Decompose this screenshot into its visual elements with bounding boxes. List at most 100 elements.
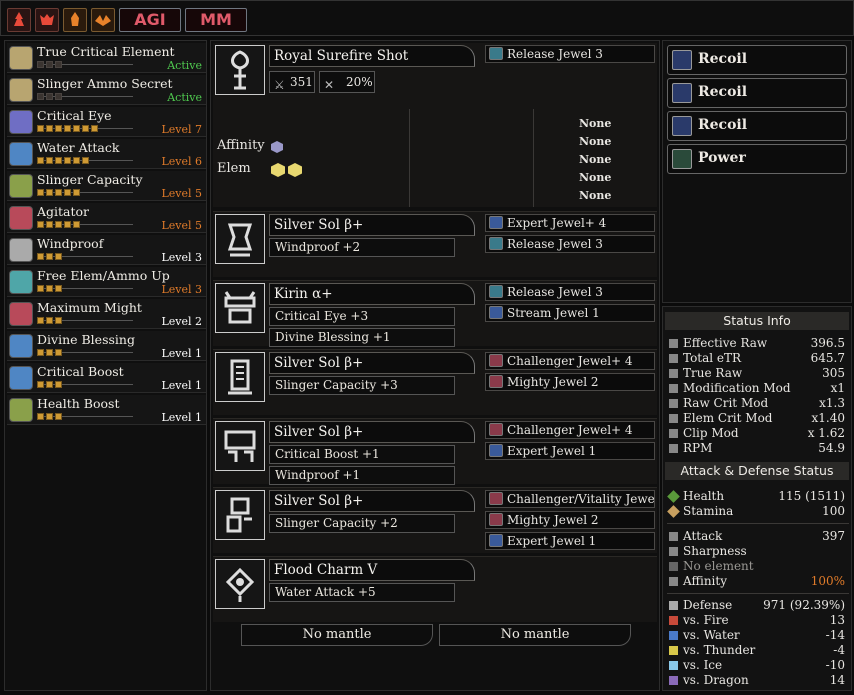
recoil-icon [672, 50, 692, 70]
armor-skill: Divine Blessing +1 [269, 328, 455, 347]
skill-pip [55, 93, 62, 100]
attack-stat: ⚔ 351 [269, 71, 315, 93]
augment-slot[interactable]: Recoil [667, 78, 847, 108]
armor-skill: Critical Eye +3 [269, 307, 455, 326]
decoration-slot[interactable]: Challenger Jewel+ 4 [485, 421, 655, 439]
mod-slot[interactable]: None [579, 133, 611, 151]
mantle-slot-1[interactable]: No mantle [241, 624, 433, 646]
decoration-slot[interactable]: Stream Jewel 1 [485, 304, 655, 322]
armor-row[interactable]: Silver Sol β+ Windproof +2 Expert Jewel+ 4… [213, 211, 657, 277]
skill-pip [73, 157, 80, 164]
skill-icon [9, 302, 33, 326]
attack-defense-header: Attack & Defense Status [665, 462, 849, 480]
skill-icon [9, 398, 33, 422]
skill-item[interactable]: Health Boost Level 1 [7, 395, 206, 425]
skill-item[interactable]: Slinger Capacity Level 5 [7, 171, 206, 201]
armor-row[interactable]: Kirin α+ Critical Eye +3 Divine Blessing +… [213, 280, 657, 347]
skill-pip [73, 189, 80, 196]
decoration-slot[interactable]: Mighty Jewel 2 [485, 511, 655, 529]
skill-pip [64, 125, 71, 132]
defense-icon [669, 676, 678, 685]
armor-row[interactable]: Flood Charm V Water Attack +5 [213, 556, 657, 622]
skill-pip [64, 221, 71, 228]
defense-row: Defense 971 (92.39%) [669, 598, 847, 613]
skill-pip [37, 125, 44, 132]
stat-icon [669, 429, 678, 438]
skill-item[interactable]: Critical Eye Level 7 [7, 107, 206, 137]
defense-icon [669, 661, 678, 670]
mod-slot[interactable]: None [579, 151, 611, 169]
mod-slot[interactable]: None [579, 187, 611, 205]
stat-icon [669, 414, 678, 423]
decoration-slot[interactable]: Challenger Jewel+ 4 [485, 352, 655, 370]
skill-pip [55, 157, 62, 164]
augment-slot[interactable]: Power [667, 144, 847, 174]
mod-slot[interactable]: None [579, 115, 611, 133]
skill-pip [55, 413, 62, 420]
elem-slot-icon [271, 163, 285, 177]
fire-weapon-icon[interactable] [7, 8, 31, 32]
mm-button[interactable]: MM [185, 8, 247, 32]
skill-level-bar [37, 349, 133, 356]
skill-pip [37, 253, 44, 260]
status-row: Effective Raw 396.5 [669, 336, 847, 351]
weapon-row[interactable]: Royal Surefire Shot ⚔ 351 ✕ 20% Release Je… [213, 43, 657, 207]
defense-icon [669, 616, 678, 625]
decoration-slot[interactable]: Release Jewel 3 [485, 283, 655, 301]
flame-set-icon[interactable] [63, 8, 87, 32]
recoil-icon [672, 116, 692, 136]
wings-icon[interactable] [91, 8, 115, 32]
skill-icon [9, 334, 33, 358]
skill-level-bar [37, 413, 133, 420]
armor-row[interactable]: Silver Sol β+ Critical Boost +1 Windproof … [213, 418, 657, 485]
augment-slot[interactable]: Recoil [667, 111, 847, 141]
decoration-slot[interactable]: Release Jewel 3 [485, 235, 655, 253]
skill-pip [37, 349, 44, 356]
skill-item[interactable]: Divine Blessing Level 1 [7, 331, 206, 361]
skill-icon [9, 142, 33, 166]
decoration-panel: Recoil Recoil Recoil Power [662, 40, 852, 303]
skill-item[interactable]: Maximum Might Level 2 [7, 299, 206, 329]
skill-pip [37, 93, 44, 100]
health-row: Health 115 (1511) [667, 489, 847, 504]
armor-row[interactable]: Silver Sol β+ Slinger Capacity +3 Challeng… [213, 349, 657, 415]
armor-row[interactable]: Silver Sol β+ Slinger Capacity +2 Challeng… [213, 487, 657, 553]
skill-icon [9, 238, 33, 262]
status-panel: Status Info Effective Raw 396.5 Total eTR 6… [662, 306, 852, 691]
jewel-icon [489, 534, 503, 547]
skill-pip [37, 221, 44, 228]
monster-icon[interactable] [35, 8, 59, 32]
augment-slot[interactable]: Recoil [667, 45, 847, 75]
skill-item[interactable]: Free Elem/Ammo Up Level 3 [7, 267, 206, 297]
affinity-label: Affinity [217, 138, 265, 153]
skill-icon [9, 206, 33, 230]
skill-item[interactable]: Slinger Ammo Secret Active [7, 75, 206, 105]
agi-button[interactable]: AGI [119, 8, 181, 32]
health-icon [667, 490, 680, 503]
skill-pip [82, 125, 89, 132]
decoration-slot[interactable]: Expert Jewel+ 4 [485, 214, 655, 232]
skill-level-bar [37, 253, 133, 260]
skill-pip [46, 189, 53, 196]
decoration-slot[interactable]: Challenger/Vitality Jewel [485, 490, 655, 508]
weapon-jewel[interactable]: Release Jewel 3 [485, 45, 655, 63]
skill-item[interactable]: Agitator Level 5 [7, 203, 206, 233]
attack-icon [669, 532, 678, 541]
skill-pip [37, 157, 44, 164]
skill-pip [55, 381, 62, 388]
mod-slot[interactable]: None [579, 169, 611, 187]
skill-level-bar [37, 317, 133, 324]
mantle-slot-2[interactable]: No mantle [439, 624, 631, 646]
skill-pip [64, 157, 71, 164]
decoration-slot[interactable]: Expert Jewel 1 [485, 442, 655, 460]
bow-weapon-icon [215, 45, 265, 95]
skill-item[interactable]: Critical Boost Level 1 [7, 363, 206, 393]
skill-item[interactable]: Windproof Level 3 [7, 235, 206, 265]
skill-pip [46, 61, 53, 68]
skill-item[interactable]: Water Attack Level 6 [7, 139, 206, 169]
skill-item[interactable]: True Critical Element Active [7, 43, 206, 73]
decoration-slot[interactable]: Mighty Jewel 2 [485, 373, 655, 391]
decoration-slot[interactable]: Expert Jewel 1 [485, 532, 655, 550]
affinity-slot-icon [271, 141, 283, 153]
skill-pip [37, 413, 44, 420]
